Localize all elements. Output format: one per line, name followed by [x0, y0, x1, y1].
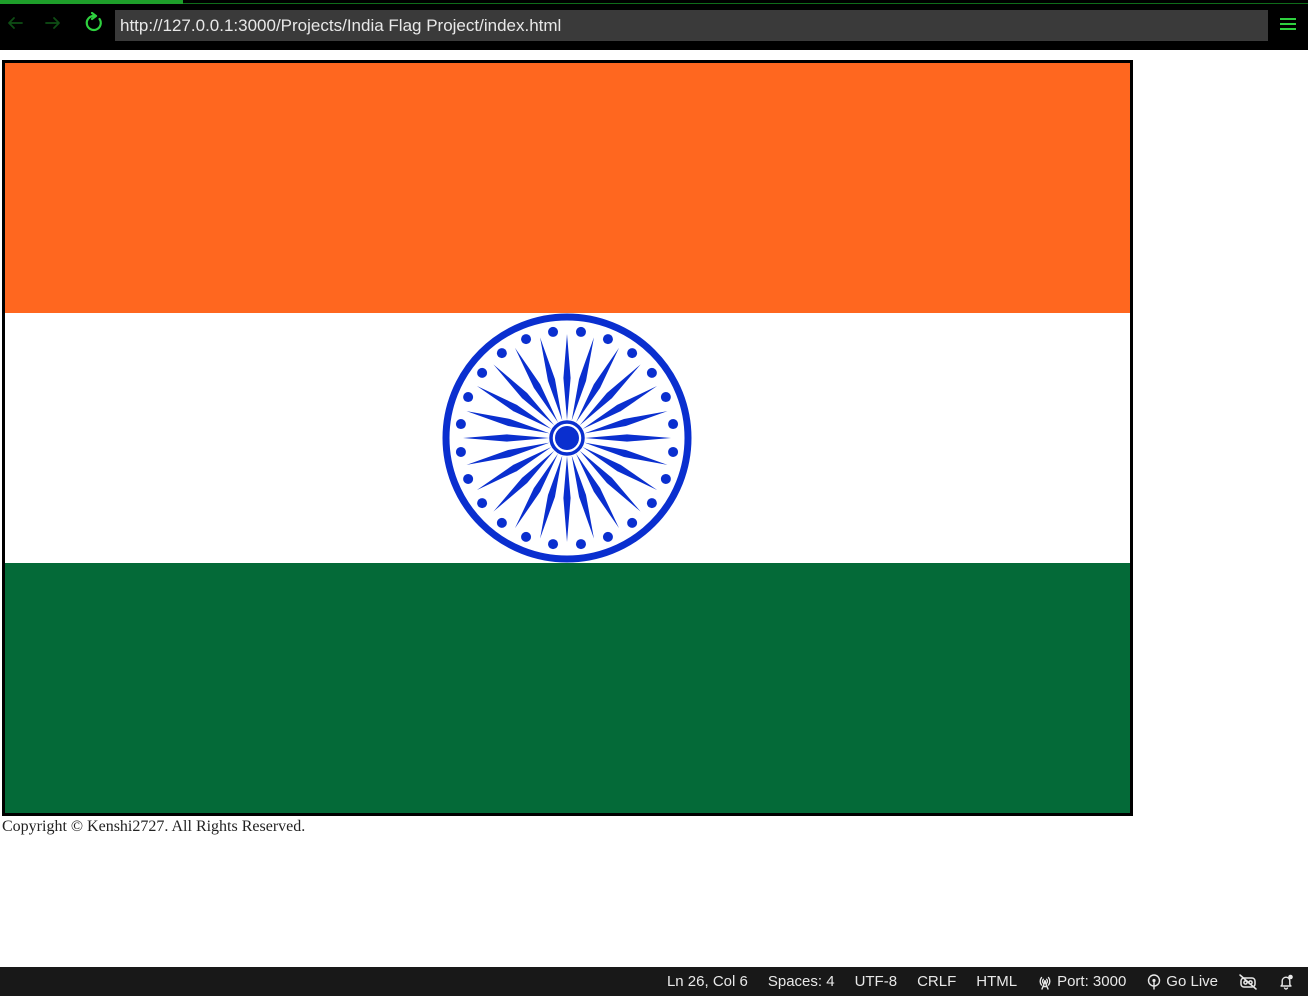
chakra-spoke — [493, 450, 555, 512]
chakra-rim-dot — [575, 539, 586, 550]
saffron-stripe — [5, 63, 1130, 313]
forward-button[interactable] — [38, 10, 68, 40]
indentation-label: Spaces: 4 — [767, 973, 835, 990]
copyright-text: Copyright © Kenshi2727. All Rights Reser… — [2, 818, 306, 835]
go-live-label: Go Live — [1166, 973, 1218, 990]
language-mode[interactable]: HTML — [976, 973, 1017, 990]
chakra-rim-dot — [477, 498, 488, 509]
chakra-hub — [555, 426, 579, 450]
copilot-disabled-icon — [1238, 973, 1258, 990]
chakra-spoke — [579, 450, 641, 512]
line-ending-label: CRLF — [917, 973, 957, 990]
chakra-spoke — [585, 434, 671, 442]
cursor-position-label: Ln 26, Col 6 — [666, 973, 748, 990]
port-label: Port: 3000 — [1057, 973, 1127, 990]
loading-progress-bar — [0, 0, 184, 4]
encoding-label: UTF-8 — [854, 973, 898, 990]
chakra-spoke — [463, 434, 549, 442]
chakra-rim-dot — [477, 367, 488, 378]
chakra-rim-dot — [646, 367, 657, 378]
chakra-rim-dot — [602, 531, 613, 542]
chakra-spoke — [579, 364, 641, 426]
chakra-rim-dot — [455, 419, 466, 430]
chakra-rim-dot — [660, 473, 671, 484]
browser-toolbar: http://127.0.0.1:3000/Projects/India Fla… — [0, 0, 1308, 50]
arrow-right-icon — [43, 13, 63, 37]
loading-track — [0, 3, 1308, 4]
port-status[interactable]: Port: 3000 — [1037, 973, 1126, 990]
reload-icon — [83, 11, 105, 38]
chakra-rim-dot — [521, 531, 532, 542]
notifications-button[interactable] — [1278, 974, 1294, 990]
go-live-button[interactable]: Go Live — [1146, 973, 1218, 990]
chakra-rim-dot — [463, 392, 474, 403]
chakra-rim-dot — [668, 446, 679, 457]
india-flag — [2, 60, 1133, 816]
chakra-rim-dot — [521, 334, 532, 345]
chakra-rim-dot — [646, 498, 657, 509]
hamburger-menu-icon — [1280, 16, 1296, 35]
address-bar[interactable]: http://127.0.0.1:3000/Projects/India Fla… — [115, 10, 1268, 41]
chakra-rim-dot — [463, 473, 474, 484]
go-live-icon — [1146, 973, 1162, 990]
chakra-rim-dot — [668, 419, 679, 430]
green-stripe — [5, 563, 1130, 813]
url-text: http://127.0.0.1:3000/Projects/India Fla… — [120, 16, 562, 35]
encoding-setting[interactable]: UTF-8 — [855, 973, 898, 990]
cursor-position[interactable]: Ln 26, Col 6 — [667, 973, 748, 990]
chakra-rim-dot — [602, 334, 613, 345]
indentation-setting[interactable]: Spaces: 4 — [768, 973, 835, 990]
bell-icon — [1278, 974, 1294, 990]
chakra-rim-dot — [627, 517, 638, 528]
back-button[interactable] — [0, 10, 30, 40]
chakra-rim-dot — [496, 348, 507, 359]
chakra-spoke — [563, 456, 571, 542]
chakra-rim-dot — [455, 446, 466, 457]
chakra-rim-dot — [627, 348, 638, 359]
chakra-rim-dot — [575, 326, 586, 337]
language-label: HTML — [976, 973, 1018, 990]
chakra-rim-dot — [548, 326, 559, 337]
chakra-spoke — [563, 334, 571, 420]
reload-button[interactable] — [79, 10, 109, 40]
broadcast-icon — [1037, 974, 1053, 990]
chakra-rim-dot — [660, 392, 671, 403]
menu-button[interactable] — [1273, 10, 1303, 40]
chakra-rim-dot — [548, 539, 559, 550]
copilot-status[interactable] — [1238, 973, 1258, 990]
status-bar: Ln 26, Col 6 Spaces: 4 UTF-8 CRLF HTML P… — [0, 967, 1308, 996]
chakra-spoke — [493, 364, 555, 426]
line-ending-setting[interactable]: CRLF — [917, 973, 956, 990]
chakra-rim-dot — [496, 517, 507, 528]
ashoka-chakra — [442, 313, 692, 563]
arrow-left-icon — [5, 13, 25, 37]
